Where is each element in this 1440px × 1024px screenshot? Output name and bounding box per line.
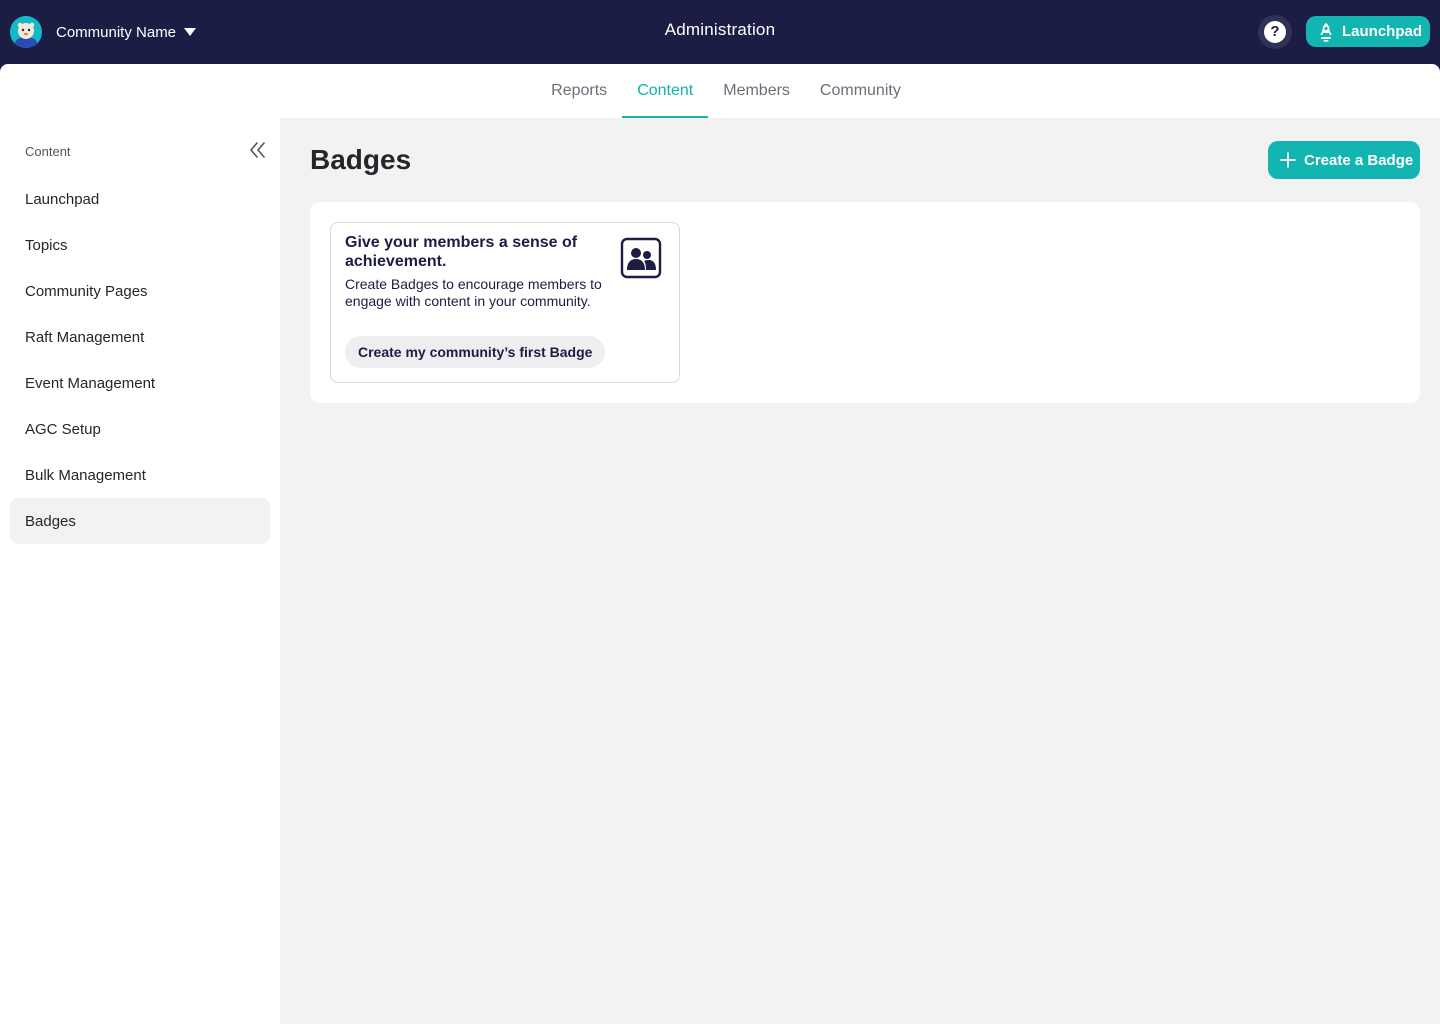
members-badge-icon (620, 237, 662, 279)
create-badge-label: Create a Badge (1304, 151, 1414, 169)
top-bar: Community Name Administration ? Launchpa… (0, 0, 1440, 64)
create-badge-button[interactable]: Create a Badge (1268, 141, 1420, 179)
empty-state-description: Create Badges to encourage members to en… (345, 276, 602, 309)
launchpad-label: Launchpad (1342, 23, 1423, 40)
help-button[interactable]: ? (1258, 15, 1292, 49)
tab-community[interactable]: Community (805, 64, 916, 118)
sidebar-item-launchpad[interactable]: Launchpad (10, 176, 270, 222)
sidebar-item-agc-setup[interactable]: AGC Setup (10, 406, 270, 452)
sidebar-item-event-management[interactable]: Event Management (10, 360, 270, 406)
sidebar-item-community-pages[interactable]: Community Pages (10, 268, 270, 314)
rocket-icon (1320, 22, 1332, 42)
launchpad-button[interactable]: Launchpad (1306, 16, 1430, 47)
sidebar-item-badges[interactable]: Badges (10, 498, 270, 544)
double-chevron-left-icon (250, 142, 265, 158)
admin-sheet: Reports Content Members Community Conten… (0, 64, 1440, 1024)
sidebar-item-bulk-management[interactable]: Bulk Management (10, 452, 270, 498)
sidebar-heading: Content (25, 144, 71, 159)
help-icon: ? (1264, 21, 1286, 43)
page-header-title: Administration (664, 20, 776, 39)
collapse-sidebar-button[interactable] (248, 140, 268, 160)
badges-panel: Give your members a sense of achievement… (310, 202, 1420, 403)
tab-content[interactable]: Content (622, 64, 709, 118)
empty-state-title: Give your members a sense of achievement… (345, 234, 578, 270)
create-first-badge-link[interactable]: Create my community’s first Badge (345, 336, 606, 368)
sidebar: Content Launchpad Topics Community Pages… (0, 118, 280, 1024)
sidebar-list: Launchpad Topics Community Pages Raft Ma… (10, 176, 270, 544)
tab-reports[interactable]: Reports (536, 64, 622, 118)
tab-members[interactable]: Members (708, 64, 805, 118)
page-title: Badges (310, 144, 412, 175)
main-content: Badges Create a Badge Give your members … (280, 118, 1440, 1024)
empty-state-card: Give your members a sense of achievement… (330, 222, 680, 383)
plus-icon (1280, 152, 1296, 168)
sidebar-item-topics[interactable]: Topics (10, 222, 270, 268)
sidebar-item-raft-management[interactable]: Raft Management (10, 314, 270, 360)
admin-tabs: Reports Content Members Community (0, 64, 1440, 118)
